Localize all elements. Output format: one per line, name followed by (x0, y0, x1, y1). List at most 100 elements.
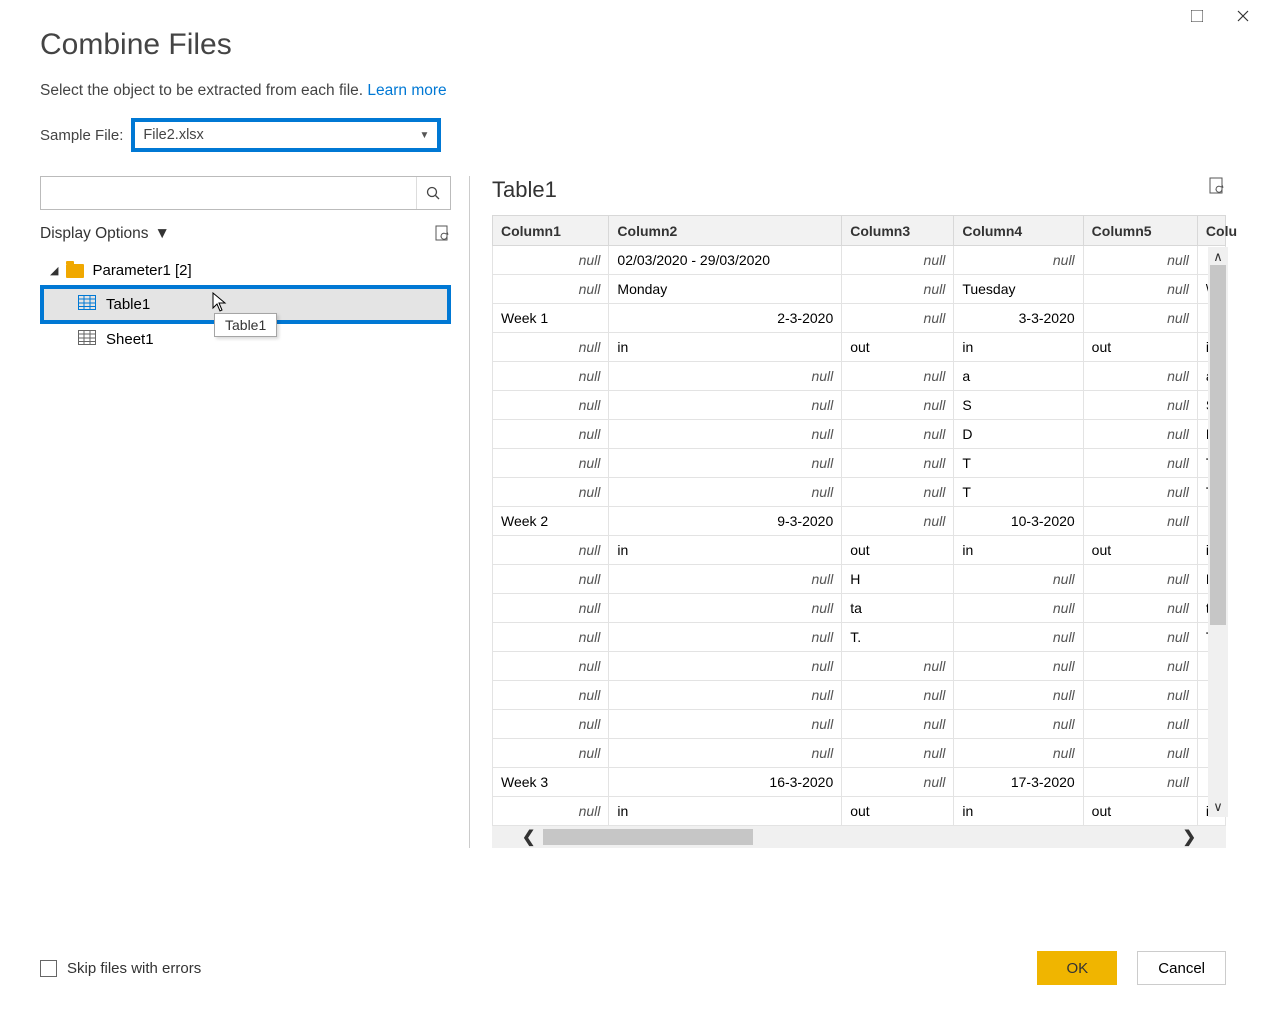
table-cell[interactable]: 3-3-2020 (954, 304, 1083, 333)
table-cell[interactable]: null (842, 449, 954, 478)
table-cell[interactable]: null (842, 710, 954, 739)
table-cell[interactable]: Week 3 (493, 768, 609, 797)
table-cell[interactable]: in (609, 333, 842, 362)
skip-files-checkbox[interactable]: Skip files with errors (40, 960, 201, 977)
table-cell[interactable]: null (609, 391, 842, 420)
table-cell[interactable]: null (1083, 478, 1197, 507)
table-cell[interactable]: T. (842, 623, 954, 652)
table-cell[interactable]: out (1083, 797, 1197, 826)
table-cell[interactable]: null (842, 507, 954, 536)
vertical-scrollbar[interactable]: ∧ ∨ (1208, 247, 1228, 817)
table-cell[interactable]: null (954, 681, 1083, 710)
refresh-button[interactable] (434, 224, 451, 244)
table-cell[interactable]: null (609, 362, 842, 391)
table-cell[interactable]: null (493, 478, 609, 507)
table-cell[interactable]: null (1083, 594, 1197, 623)
table-cell[interactable]: 17-3-2020 (954, 768, 1083, 797)
table-cell[interactable]: null (493, 565, 609, 594)
table-cell[interactable]: H (842, 565, 954, 594)
preview-refresh-button[interactable] (1208, 176, 1226, 203)
table-cell[interactable]: null (1083, 652, 1197, 681)
table-cell[interactable]: T (954, 478, 1083, 507)
table-cell[interactable]: null (609, 681, 842, 710)
table-cell[interactable]: a (954, 362, 1083, 391)
table-cell[interactable]: null (493, 246, 609, 275)
table-cell[interactable]: in (954, 536, 1083, 565)
tree-parent-node[interactable]: ◢ Parameter1 [2] (46, 256, 451, 285)
table-cell[interactable]: null (493, 739, 609, 768)
table-cell[interactable]: out (842, 536, 954, 565)
close-button[interactable] (1220, 0, 1266, 32)
table-cell[interactable]: ta (842, 594, 954, 623)
scroll-up-icon[interactable]: ∧ (1211, 247, 1225, 267)
column-header[interactable]: Column5 (1083, 216, 1197, 246)
table-cell[interactable]: null (842, 362, 954, 391)
table-cell[interactable]: in (954, 797, 1083, 826)
table-cell[interactable]: null (493, 362, 609, 391)
table-cell[interactable]: null (1083, 565, 1197, 594)
table-cell[interactable]: null (493, 710, 609, 739)
learn-more-link[interactable]: Learn more (367, 82, 446, 99)
table-cell[interactable]: 2-3-2020 (609, 304, 842, 333)
minimize-button[interactable] (1174, 0, 1220, 32)
table-cell[interactable]: null (609, 449, 842, 478)
column-header[interactable]: Column3 (842, 216, 954, 246)
table-cell[interactable]: null (842, 391, 954, 420)
table-cell[interactable]: 16-3-2020 (609, 768, 842, 797)
table-cell[interactable]: null (842, 681, 954, 710)
tree-item-table1[interactable]: Table1Table1 (40, 285, 451, 324)
table-cell[interactable]: D (954, 420, 1083, 449)
table-cell[interactable]: null (842, 304, 954, 333)
scrollbar-thumb[interactable] (543, 829, 753, 845)
table-cell[interactable]: null (493, 536, 609, 565)
table-cell[interactable]: null (609, 594, 842, 623)
table-cell[interactable]: null (842, 739, 954, 768)
table-cell[interactable]: null (493, 333, 609, 362)
table-cell[interactable]: null (1083, 391, 1197, 420)
table-cell[interactable]: Monday (609, 275, 842, 304)
table-cell[interactable]: null (493, 449, 609, 478)
display-options-dropdown[interactable]: Display Options ▼ (40, 225, 170, 243)
scroll-right-icon[interactable]: ❯ (1183, 827, 1196, 847)
search-input[interactable] (41, 185, 416, 201)
column-header[interactable]: Column4 (954, 216, 1083, 246)
table-cell[interactable]: null (1083, 681, 1197, 710)
table-cell[interactable]: null (1083, 304, 1197, 333)
ok-button[interactable]: OK (1037, 951, 1117, 985)
column-header[interactable]: Column2 (609, 216, 842, 246)
table-cell[interactable]: null (954, 739, 1083, 768)
scroll-left-icon[interactable]: ❮ (522, 827, 535, 847)
table-cell[interactable]: null (1083, 246, 1197, 275)
search-button[interactable] (416, 177, 450, 209)
table-cell[interactable]: null (609, 565, 842, 594)
table-cell[interactable]: null (954, 565, 1083, 594)
table-cell[interactable]: out (842, 333, 954, 362)
table-cell[interactable]: null (842, 768, 954, 797)
table-cell[interactable]: null (609, 420, 842, 449)
skip-files-input[interactable] (40, 960, 57, 977)
table-cell[interactable]: null (954, 246, 1083, 275)
horizontal-scrollbar[interactable]: ❮ ❯ (492, 826, 1226, 848)
table-cell[interactable]: 10-3-2020 (954, 507, 1083, 536)
table-cell[interactable]: null (493, 594, 609, 623)
table-cell[interactable]: null (1083, 275, 1197, 304)
table-cell[interactable]: out (842, 797, 954, 826)
table-cell[interactable]: Tuesday (954, 275, 1083, 304)
table-cell[interactable]: null (493, 797, 609, 826)
table-cell[interactable]: null (493, 652, 609, 681)
table-cell[interactable]: null (842, 420, 954, 449)
table-cell[interactable]: in (609, 797, 842, 826)
table-cell[interactable]: T (954, 449, 1083, 478)
scrollbar-thumb[interactable] (1210, 265, 1226, 625)
cancel-button[interactable]: Cancel (1137, 951, 1226, 985)
table-cell[interactable]: in (954, 333, 1083, 362)
table-cell[interactable]: null (1083, 362, 1197, 391)
table-cell[interactable]: null (842, 652, 954, 681)
table-cell[interactable]: out (1083, 536, 1197, 565)
table-cell[interactable]: null (493, 681, 609, 710)
table-cell[interactable]: in (609, 536, 842, 565)
table-cell[interactable]: null (842, 246, 954, 275)
table-cell[interactable]: null (954, 594, 1083, 623)
sample-file-dropdown[interactable]: File2.xlsx ▼ (131, 118, 441, 152)
tree-item-sheet1[interactable]: Sheet1 (40, 324, 451, 355)
